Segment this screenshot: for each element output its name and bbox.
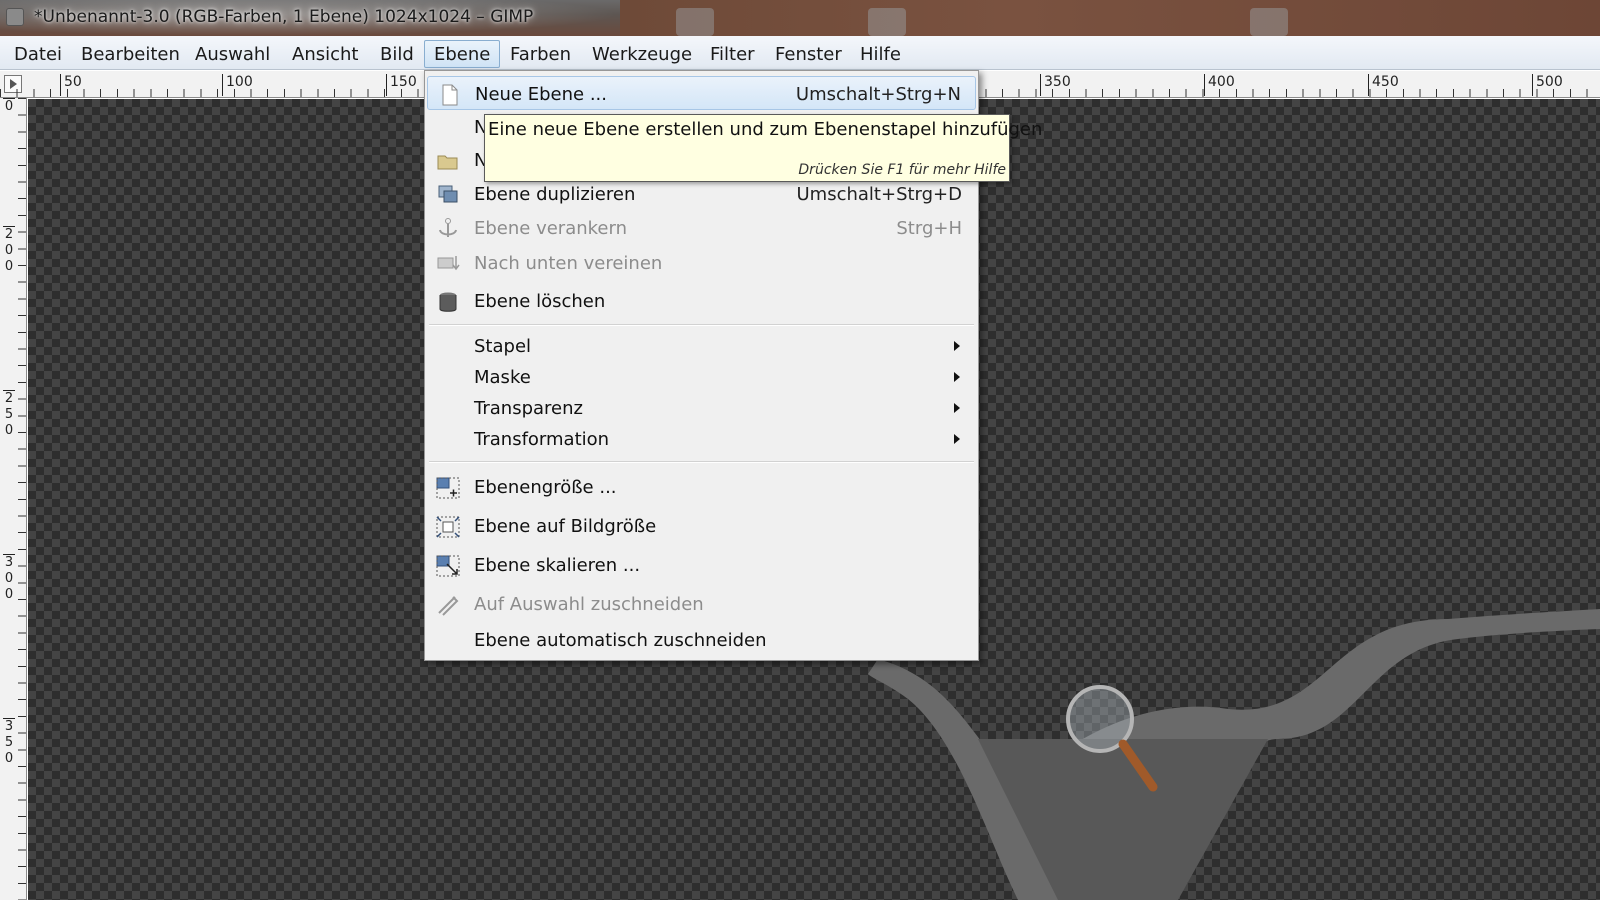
menu-item-label: Neue Ebene ... [475, 84, 607, 105]
menu-bar: Datei Bearbeiten Auswahl Ansicht Bild Eb… [0, 36, 1600, 70]
submenu-arrow-icon [954, 341, 960, 351]
submenu-arrow-icon [954, 372, 960, 382]
ruler-label: 400 [1204, 74, 1235, 96]
menu-item-shortcut: Umschalt+Strg+N [795, 84, 961, 105]
menu-item-label: Ebene auf Bildgröße [474, 516, 657, 537]
layer-to-image-size-icon [435, 515, 461, 539]
ruler-label: 350 [3, 718, 15, 766]
scale-layer-icon [435, 554, 461, 578]
menu-item-label: Ebene löschen [474, 291, 606, 312]
vertical-ruler[interactable]: 0 200 250 300 350 [0, 98, 27, 900]
menu-separator [429, 324, 974, 326]
tooltip-text: Eine neue Ebene erstellen und zum Ebenen… [488, 119, 1043, 140]
menu-separator [429, 461, 974, 463]
ruler-label: 100 [222, 74, 253, 96]
menu-item-ebene-loeschen[interactable]: Ebene löschen [427, 284, 976, 318]
menu-item-transformation[interactable]: Transformation [427, 422, 976, 456]
menu-werkzeuge[interactable]: Werkzeuge [582, 40, 702, 68]
menu-item-shortcut: Strg+H [896, 218, 962, 239]
menu-filter[interactable]: Filter [700, 40, 765, 68]
menu-item-auf-auswahl-zuschneiden[interactable]: Auf Auswahl zuschneiden [427, 587, 976, 621]
menu-item-shortcut: Umschalt+Strg+D [796, 184, 963, 205]
menu-item-nach-unten-vereinen[interactable]: Nach unten vereinen [427, 246, 976, 280]
trash-icon [435, 290, 461, 314]
menu-item-label: Ebene verankern [474, 218, 627, 239]
menu-ebene[interactable]: Ebene [424, 40, 501, 68]
ruler-label: 450 [1368, 74, 1399, 96]
submenu-arrow-icon [954, 403, 960, 413]
menu-item-label: Ebene duplizieren [474, 184, 636, 205]
menu-item-neue-ebene[interactable]: Neue Ebene ... Umschalt+Strg+N [427, 76, 976, 110]
menu-item-ebenengroesse[interactable]: Ebenengröße ... [427, 470, 976, 504]
menu-item-maske[interactable]: Maske [427, 360, 976, 394]
ruler-label: 250 [3, 390, 15, 438]
menu-item-stapel[interactable]: Stapel [427, 329, 976, 363]
ruler-label: 0 [3, 98, 15, 114]
menu-item-label: Transparenz [474, 398, 583, 419]
menu-item-label: Transformation [474, 429, 610, 450]
gimp-app-icon[interactable] [6, 8, 24, 26]
window-title: *Unbenannt-3.0 (RGB-Farben, 1 Ebene) 102… [34, 7, 534, 27]
title-bar: *Unbenannt-3.0 (RGB-Farben, 1 Ebene) 102… [0, 0, 1600, 36]
menu-bearbeiten[interactable]: Bearbeiten [71, 40, 190, 68]
ruler-label: 50 [60, 74, 82, 96]
ruler-label: 350 [1040, 74, 1071, 96]
anchor-icon [435, 217, 461, 241]
tooltip: Eine neue Ebene erstellen und zum Ebenen… [484, 114, 1042, 182]
menu-item-ebene-duplizieren[interactable]: Ebene duplizieren Umschalt+Strg+D [427, 177, 976, 211]
tooltip-help-hint: Drücken Sie F1 für mehr Hilfe [798, 162, 1006, 178]
menu-ansicht[interactable]: Ansicht [282, 40, 368, 68]
menu-item-ebene-skalieren[interactable]: Ebene skalieren ... [427, 548, 976, 582]
menu-item-transparenz[interactable]: Transparenz [427, 391, 976, 425]
duplicate-layer-icon [435, 183, 461, 207]
menu-hilfe[interactable]: Hilfe [850, 40, 911, 68]
menu-item-ebene-verankern[interactable]: Ebene verankern Strg+H [427, 211, 976, 245]
menu-item-ebene-auf-bildgroesse[interactable]: Ebene auf Bildgröße [427, 509, 976, 543]
ruler-label: 500 [1532, 74, 1563, 96]
folder-icon [435, 149, 461, 173]
layer-size-icon [435, 476, 461, 500]
ruler-label: 200 [3, 226, 15, 274]
new-layer-icon [436, 83, 462, 107]
background-decoration [676, 8, 714, 36]
menu-item-label: Maske [474, 367, 531, 388]
menu-auswahl[interactable]: Auswahl [185, 40, 280, 68]
menu-item-label: Stapel [474, 336, 532, 357]
submenu-arrow-icon [954, 434, 960, 444]
background-decoration [868, 8, 906, 36]
menu-item-label: Ebene skalieren ... [474, 555, 641, 576]
menu-farben[interactable]: Farben [500, 40, 581, 68]
title-bar-background [620, 0, 1600, 36]
merge-down-icon [435, 252, 461, 276]
menu-item-ebene-automatisch-zuschneiden[interactable]: Ebene automatisch zuschneiden [427, 623, 976, 657]
ruler-ticks [18, 98, 26, 900]
menu-item-label: Nach unten vereinen [474, 253, 663, 274]
ruler-label: 150 [386, 74, 417, 96]
menu-datei[interactable]: Datei [4, 40, 72, 68]
menu-item-label: Ebenengröße ... [474, 477, 617, 498]
menu-item-label: Auf Auswahl zuschneiden [474, 594, 704, 615]
background-decoration [1250, 8, 1288, 36]
menu-item-label: Ebene automatisch zuschneiden [474, 630, 767, 651]
menu-bild[interactable]: Bild [370, 40, 424, 68]
menu-fenster[interactable]: Fenster [765, 40, 852, 68]
ruler-label: 300 [3, 554, 15, 602]
crop-icon [435, 593, 461, 617]
